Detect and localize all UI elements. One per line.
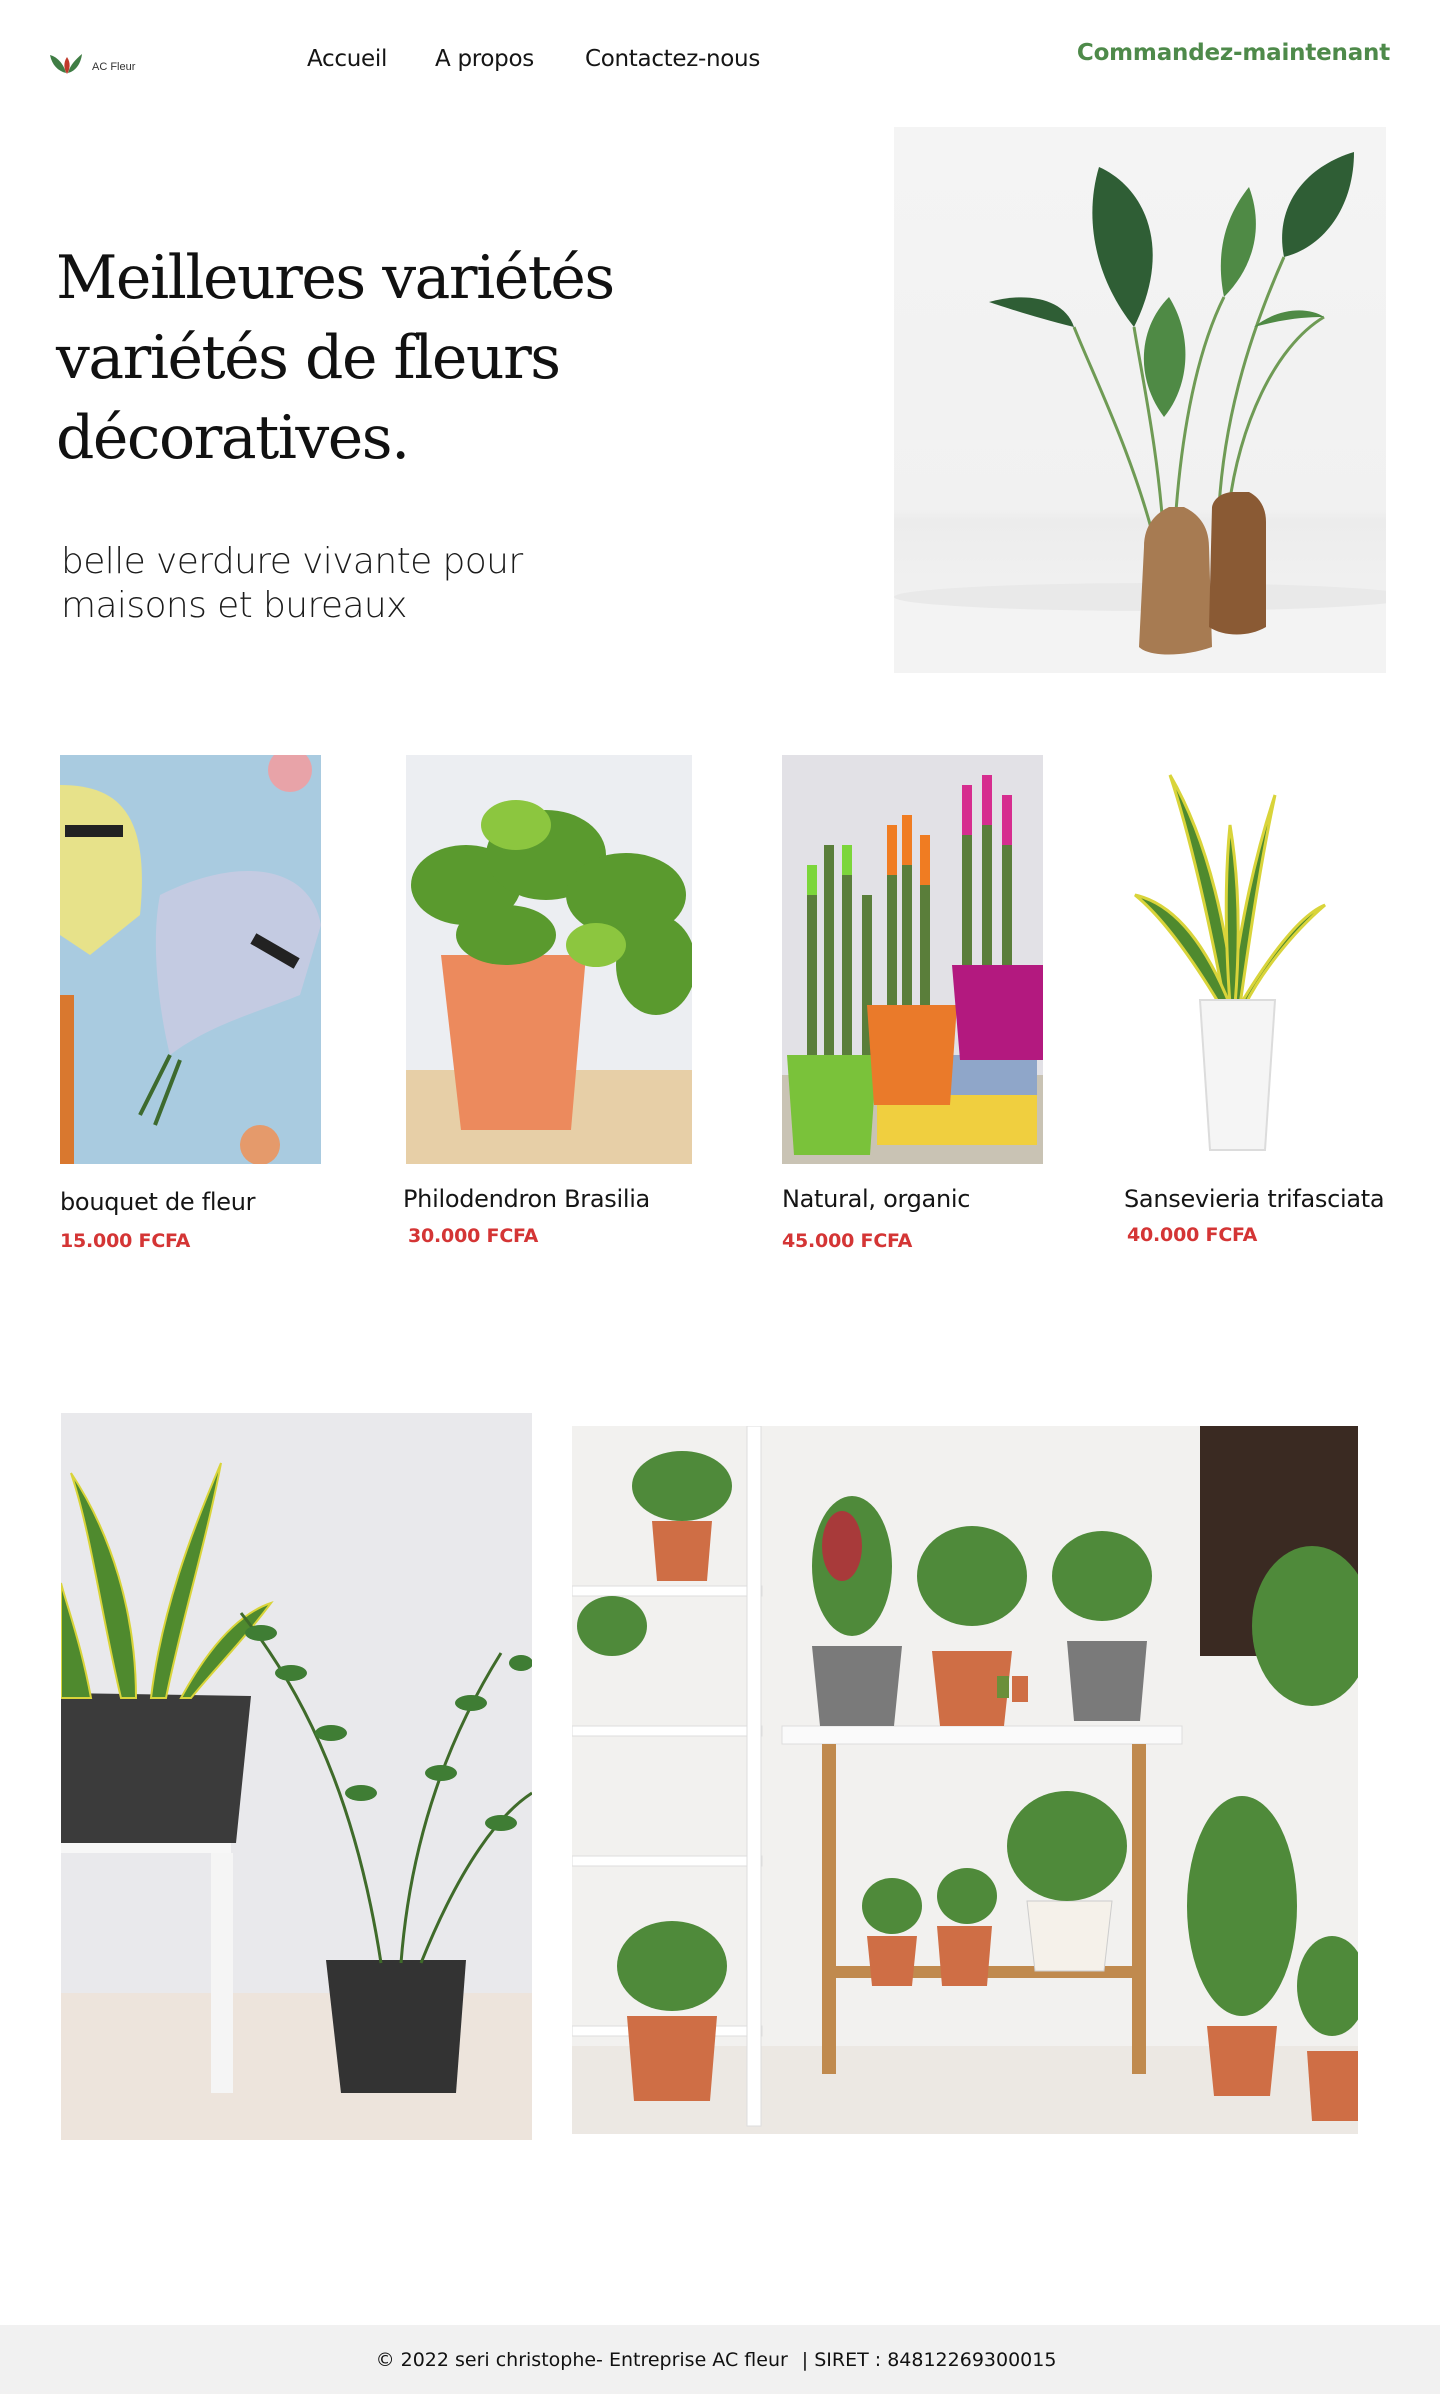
product-price: 30.000 FCFA [408,1225,539,1247]
product-image-sansevieria-trifasciata[interactable] [1130,755,1330,1164]
logo-text: AC Fleur [92,61,136,73]
hero-title: Meilleures variétés variétés de fleurs d… [56,238,676,478]
footer-copyright: © 2022 seri christophe- Entreprise AC fl… [375,2348,788,2371]
hero-plant-image [894,127,1386,673]
footer-siret: | SIRET : 84812269300015 [801,2348,1057,2371]
gallery-image-zz-plant [61,1413,532,2140]
product-name[interactable]: Natural, organic [782,1185,970,1213]
product-name[interactable]: Sansevieria trifasciata [1124,1185,1385,1213]
product-price: 45.000 FCFA [782,1230,913,1252]
hero-title-highlight: décoratives [56,398,393,478]
hero-title-line-1: Meilleures variétés [56,243,615,313]
hero-subtitle: belle verdure vivante pour maisons et bu… [61,541,523,626]
nav-link-contact[interactable]: Contactez-nous [585,46,760,72]
gallery-image-plant-shelf [572,1426,1358,2134]
product-name[interactable]: bouquet de fleur [60,1188,255,1216]
product-image-philodendron[interactable] [406,755,692,1164]
hero-title-line-3: décoratives. [56,398,676,478]
nav-link-a-propos[interactable]: A propos [435,46,534,72]
product-name[interactable]: Philodendron Brasilia [403,1185,650,1213]
product-image-sansevieria-mix[interactable] [782,755,1043,1164]
product-price: 40.000 FCFA [1127,1224,1258,1246]
leaf-logo-icon [50,54,82,74]
product-price: 15.000 FCFA [60,1230,191,1252]
product-image-bouquet[interactable] [60,755,321,1164]
order-now-button[interactable]: Commandez-maintenant [1077,40,1390,66]
brand-logo[interactable]: AC Fleur [48,50,135,78]
hero-title-period: . [391,403,410,473]
nav-link-accueil[interactable]: Accueil [307,46,387,72]
hero-title-line-2: variétés de fleurs [56,323,561,393]
site-footer: © 2022 seri christophe- Entreprise AC fl… [0,2325,1440,2394]
